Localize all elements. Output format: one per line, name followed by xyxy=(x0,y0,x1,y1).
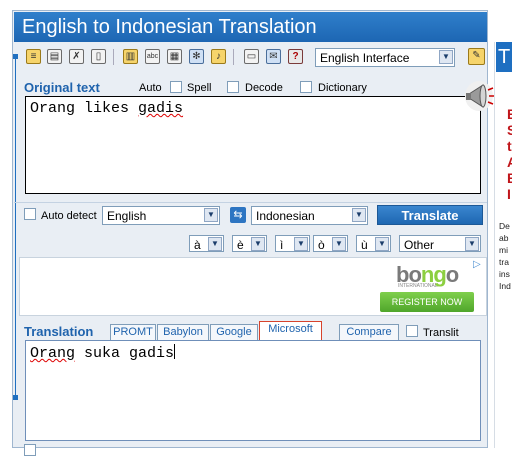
toolbar-separator xyxy=(233,49,234,65)
source-language-value: English xyxy=(107,209,147,223)
text-caret xyxy=(174,344,176,359)
target-language-value: Indonesian xyxy=(256,209,315,223)
side-column-border xyxy=(494,42,495,448)
accent-other-value: Other xyxy=(404,238,435,252)
accent-select-other[interactable]: Other ▼ xyxy=(399,235,481,252)
keyboard-icon[interactable]: ▦ xyxy=(167,49,182,64)
side-description: De ab mi tra ins Ind xyxy=(499,221,511,291)
accent-select-u[interactable]: ù ▼ xyxy=(356,235,391,252)
email-icon[interactable]: ✉ xyxy=(266,49,281,64)
chevron-down-icon: ▼ xyxy=(332,237,346,251)
auto-label: Auto xyxy=(139,82,162,94)
chevron-down-icon: ▼ xyxy=(251,237,265,251)
tab-promt[interactable]: PROMT xyxy=(110,324,156,340)
tab-google[interactable]: Google xyxy=(210,324,258,340)
accent-value: ì xyxy=(280,238,284,252)
dictionary-label: Dictionary xyxy=(318,82,367,94)
chevron-down-icon: ▼ xyxy=(465,237,479,251)
translit-label: Translit xyxy=(423,327,459,339)
accent-select-e[interactable]: è ▼ xyxy=(232,235,267,252)
eraser-icon[interactable]: ✗ xyxy=(69,49,84,64)
spellcheck-icon[interactable]: abc xyxy=(145,49,160,64)
tab-babylon[interactable]: Babylon xyxy=(157,324,209,340)
side-promo-text: ESt AEI xyxy=(507,106,512,202)
print-icon[interactable]: ▭ xyxy=(244,49,259,64)
swap-languages-icon[interactable]: ⇆ xyxy=(230,207,246,223)
auto-detect-checkbox[interactable] xyxy=(24,208,36,220)
accent-value: è xyxy=(237,238,244,252)
translation-result-area[interactable]: Orang suka gadis xyxy=(25,340,481,441)
book-icon[interactable]: ▥ xyxy=(123,49,138,64)
dictionary-checkbox[interactable] xyxy=(300,81,312,93)
accent-select-o[interactable]: ò ▼ xyxy=(313,235,348,252)
bottom-checkbox[interactable] xyxy=(24,444,36,456)
document-icon[interactable]: ▤ xyxy=(47,49,62,64)
translation-label: Translation xyxy=(24,324,94,339)
chevron-down-icon: ▼ xyxy=(375,237,389,251)
decode-checkbox[interactable] xyxy=(227,81,239,93)
toolbar-separator xyxy=(113,49,114,65)
chevron-down-icon: ▼ xyxy=(294,237,308,251)
register-now-button[interactable]: REGISTER NOW xyxy=(380,292,474,312)
interface-language-select[interactable]: English Interface ▼ xyxy=(315,48,455,67)
auto-detect-label: Auto detect xyxy=(41,210,97,222)
translit-checkbox[interactable] xyxy=(406,325,418,337)
accent-select-a[interactable]: à ▼ xyxy=(189,235,224,252)
chevron-down-icon: ▼ xyxy=(439,50,453,64)
source-language-select[interactable]: English ▼ xyxy=(102,206,220,225)
interface-language-value: English Interface xyxy=(320,51,410,65)
source-text-area[interactable]: Orang likes gadis xyxy=(25,96,481,194)
original-text-label: Original text xyxy=(24,80,100,95)
ad-choices-icon[interactable]: ▷ xyxy=(473,259,484,270)
toolbar: ≡ ▤ ✗ ▯ ▥ abc ▦ ✻ ♪ ▭ ✉ ? English Interf… xyxy=(20,44,487,72)
options-icon[interactable]: ✎ xyxy=(468,48,485,65)
settings-icon[interactable]: ✻ xyxy=(189,49,204,64)
translation-text: Orang suka gadis xyxy=(30,344,176,362)
spell-checkbox[interactable] xyxy=(170,81,182,93)
accent-select-i[interactable]: ì ▼ xyxy=(275,235,310,252)
speaker-icon[interactable]: ♪ xyxy=(211,49,226,64)
notes-icon[interactable]: ≡ xyxy=(26,49,41,64)
chevron-down-icon: ▼ xyxy=(208,237,222,251)
accent-value: à xyxy=(194,238,201,252)
megaphone-icon[interactable] xyxy=(464,74,494,114)
app-title: English to Indonesian Translation xyxy=(14,12,487,42)
side-panel-title: T xyxy=(496,42,512,72)
chevron-down-icon: ▼ xyxy=(352,208,366,222)
tab-microsoft[interactable]: Microsoft xyxy=(259,321,322,341)
accent-value: ò xyxy=(318,238,325,252)
bongo-subtitle: INTERNATIONAL xyxy=(398,283,438,289)
source-text: Orang likes gadis xyxy=(30,100,184,117)
translate-button[interactable]: Translate xyxy=(377,205,483,225)
rail-dot xyxy=(13,395,18,400)
rail-dot xyxy=(13,54,18,59)
spell-label: Spell xyxy=(187,82,212,94)
compare-tab[interactable]: Compare xyxy=(339,324,399,340)
trash-icon[interactable]: ▯ xyxy=(91,49,106,64)
chevron-down-icon: ▼ xyxy=(204,208,218,222)
target-language-select[interactable]: Indonesian ▼ xyxy=(251,206,368,225)
accent-value: ù xyxy=(361,238,368,252)
help-icon[interactable]: ? xyxy=(288,49,303,64)
decode-label: Decode xyxy=(245,82,283,94)
